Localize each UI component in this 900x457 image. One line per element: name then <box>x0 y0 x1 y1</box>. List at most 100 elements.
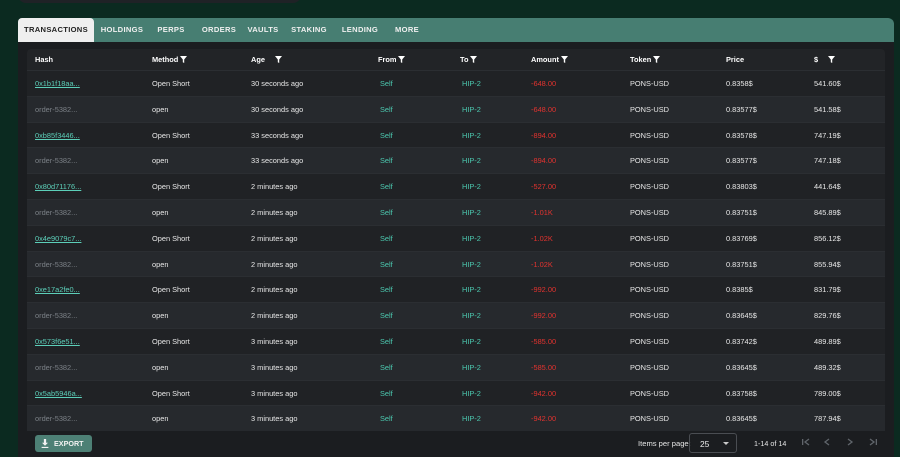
filter-icon[interactable] <box>560 56 568 63</box>
table-header: Hash Method Age From To Amount Token Pri… <box>27 49 885 70</box>
cell-price: 0.83803$ <box>726 182 757 192</box>
cell-price: 0.83751$ <box>726 207 757 217</box>
filter-icon[interactable] <box>274 56 282 63</box>
cell-hash[interactable]: 0x573f6e51... <box>35 329 80 355</box>
cell-usd: 747.18$ <box>814 156 841 166</box>
column-amount[interactable]: Amount <box>531 49 568 70</box>
table-row[interactable]: 0xe17a2fe0... Open Short 2 minutes ago Self… <box>27 276 885 303</box>
cell-method: open <box>152 311 169 321</box>
filter-icon[interactable] <box>653 56 661 63</box>
cell-price: 0.83758$ <box>726 388 757 398</box>
column-label: Price <box>726 55 745 64</box>
table-row[interactable]: 0x5ab5946a... Open Short 3 minutes ago Self… <box>27 379 885 407</box>
cell-hash: order-5382... <box>35 104 78 114</box>
cell-from: Self <box>380 362 393 372</box>
filter-icon[interactable] <box>470 56 478 63</box>
table-row[interactable]: order-5382... open 2 minutes ago Self HIP-2 -… <box>27 302 885 328</box>
tab-bar: TRANSACTIONS HOLDINGS PERPS ORDERS VAULT… <box>18 18 894 42</box>
cell-method: Open Short <box>152 285 190 295</box>
column-to[interactable]: To <box>460 49 478 70</box>
column-label: Hash <box>35 55 54 64</box>
cell-token: PONS-USD <box>630 311 670 321</box>
filter-icon[interactable] <box>398 56 406 63</box>
cell-price: 0.83645$ <box>726 362 757 372</box>
next-page-icon[interactable] <box>844 436 856 448</box>
cell-method: open <box>152 207 169 217</box>
column-age[interactable]: Age <box>251 49 282 70</box>
cell-age: 2 minutes ago <box>251 207 298 217</box>
cell-hash[interactable]: 0xb85f3446... <box>35 123 80 149</box>
cell-hash[interactable]: 0x80d71176... <box>35 174 81 200</box>
cell-usd: 856.12$ <box>814 233 841 243</box>
tab-holdings[interactable]: HOLDINGS <box>96 18 148 42</box>
filter-icon[interactable] <box>828 56 836 63</box>
column-from[interactable]: From <box>378 49 406 70</box>
cell-price: 0.83769$ <box>726 233 757 243</box>
cell-usd: 489.89$ <box>814 336 841 346</box>
prev-page-icon[interactable] <box>821 436 833 448</box>
table-row[interactable]: 0x1b1f18aa... Open Short 30 seconds ago Sel… <box>27 70 885 96</box>
cell-price: 0.83742$ <box>726 336 757 346</box>
cell-token: PONS-USD <box>630 156 670 166</box>
table-row[interactable]: order-5382... open 33 seconds ago Self HIP-2… <box>27 147 885 174</box>
table-row[interactable]: order-5382... open 2 minutes ago Self HIP-2 -… <box>27 198 885 225</box>
tab-vaults[interactable]: VAULTS <box>243 18 283 42</box>
filter-icon[interactable] <box>180 56 188 63</box>
tab-perps[interactable]: PERPS <box>151 18 191 42</box>
cell-to: HIP-2 <box>462 156 481 166</box>
cell-usd: 829.76$ <box>814 311 841 321</box>
table-body: 0x1b1f18aa... Open Short 30 seconds ago Sel… <box>27 70 885 432</box>
download-icon <box>41 439 49 448</box>
cell-hash: order-5382... <box>35 311 78 321</box>
table-row[interactable]: 0xb85f3446... Open Short 33 seconds ago Sel… <box>27 121 885 149</box>
cell-method: open <box>152 156 169 166</box>
cell-method: Open Short <box>152 182 190 192</box>
tab-more[interactable]: MORE <box>390 18 424 42</box>
column-price[interactable]: Price <box>726 49 744 70</box>
column-token[interactable]: Token <box>630 49 661 70</box>
cell-from: Self <box>380 79 393 88</box>
cell-token: PONS-USD <box>630 259 670 269</box>
cell-token: PONS-USD <box>630 130 670 140</box>
cell-hash[interactable]: 0xe17a2fe0... <box>35 277 80 303</box>
table-row[interactable]: 0x573f6e51... Open Short 3 minutes ago Self… <box>27 327 885 355</box>
cell-usd: 789.00$ <box>814 388 841 398</box>
tab-staking[interactable]: STAKING <box>288 18 330 42</box>
cell-hash[interactable]: 0x4e9079c7... <box>35 226 81 252</box>
cell-from: Self <box>380 233 393 243</box>
last-page-icon[interactable] <box>867 436 879 448</box>
cell-age: 2 minutes ago <box>251 259 298 269</box>
items-per-page-select[interactable]: 25 <box>689 433 737 453</box>
column-usd[interactable]: $ <box>814 49 836 70</box>
cell-from: Self <box>380 156 393 166</box>
cell-token: PONS-USD <box>630 285 670 295</box>
cell-hash[interactable]: 0x5ab5946a... <box>35 381 82 407</box>
tab-lending[interactable]: LENDING <box>336 18 384 42</box>
cell-amount: -942.00 <box>531 388 557 398</box>
cell-method: Open Short <box>152 388 190 398</box>
column-label: Method <box>152 55 179 64</box>
items-per-page-value: 25 <box>700 439 710 449</box>
cell-usd: 831.79$ <box>814 285 841 295</box>
cell-price: 0.83751$ <box>726 259 757 269</box>
tab-orders[interactable]: ORDERS <box>197 18 241 42</box>
column-method[interactable]: Method <box>152 49 188 70</box>
cell-from: Self <box>380 259 393 269</box>
table-row[interactable]: 0x80d71176... Open Short 2 minutes ago Self… <box>27 173 885 199</box>
table-row[interactable]: order-5382... open 30 seconds ago Self HIP-2… <box>27 95 885 122</box>
cell-token: PONS-USD <box>630 233 670 243</box>
table-row[interactable]: 0x4e9079c7... Open Short 2 minutes ago Self… <box>27 224 885 252</box>
cell-amount: -648.00 <box>531 79 557 88</box>
cell-price: 0.8385$ <box>726 285 753 295</box>
export-label: EXPORT <box>54 439 84 448</box>
transactions-table: Hash Method Age From To Amount Token Pri… <box>27 49 885 432</box>
cell-hash[interactable]: 0x1b1f18aa... <box>35 71 80 97</box>
column-hash[interactable]: Hash <box>35 49 53 70</box>
table-row[interactable]: order-5382... open 3 minutes ago Self HIP-2 -… <box>27 353 885 380</box>
table-row[interactable]: order-5382... open 2 minutes ago Self HIP-2 -… <box>27 250 885 277</box>
first-page-icon[interactable] <box>800 436 812 448</box>
export-button[interactable]: EXPORT <box>35 435 92 452</box>
cell-usd: 845.89$ <box>814 207 841 217</box>
tab-transactions[interactable]: TRANSACTIONS <box>18 18 94 42</box>
transactions-content: Hash Method Age From To Amount Token Pri… <box>18 42 894 457</box>
